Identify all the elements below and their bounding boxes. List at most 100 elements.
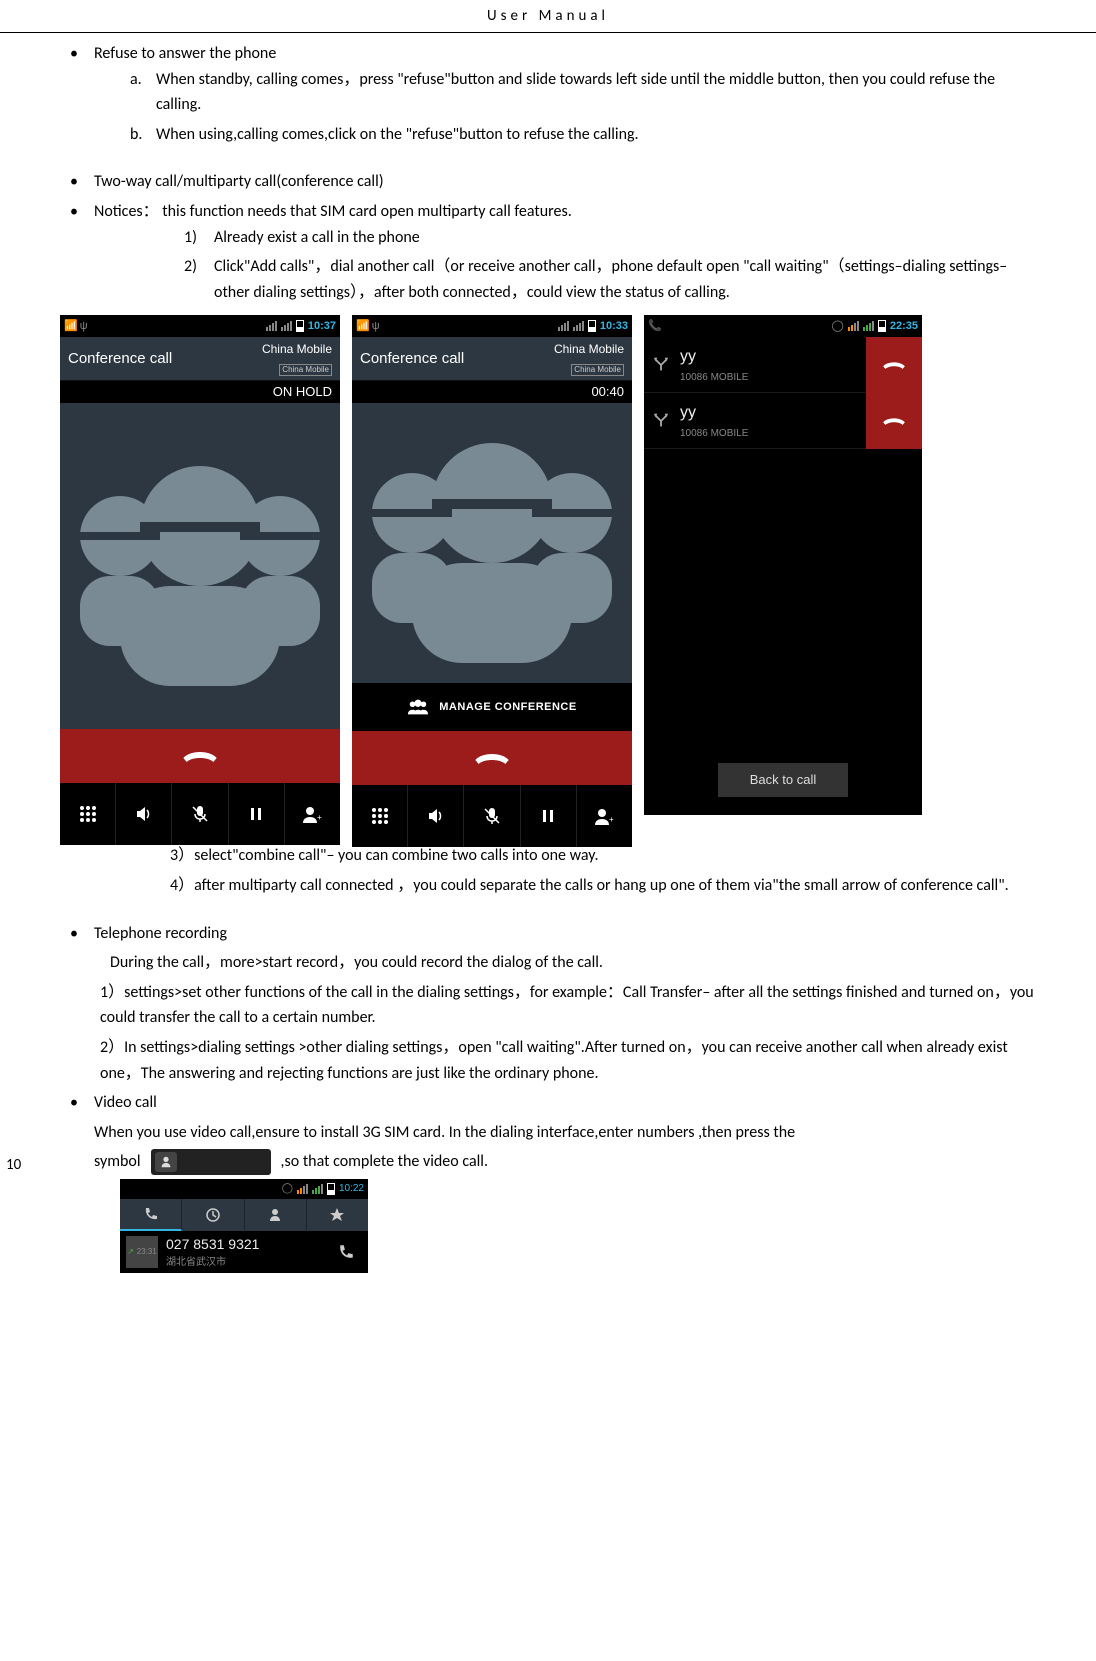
mute-button[interactable] <box>464 785 520 847</box>
call-header: Conference call China Mobile China Mobil… <box>352 337 632 381</box>
notice-1: 1)Already exist a call in the phone <box>184 225 1036 251</box>
video-call-symbol[interactable] <box>151 1149 271 1175</box>
hangup-icon <box>881 413 907 429</box>
signal-icon-1 <box>848 321 859 331</box>
person-icon <box>267 1207 283 1223</box>
pause-icon <box>246 804 266 824</box>
dialer-tab-favorites[interactable] <box>307 1199 368 1231</box>
battery-icon <box>296 320 304 332</box>
dialer-tab-recent[interactable] <box>182 1199 244 1231</box>
conference-label: Conference call <box>360 347 464 371</box>
carrier-badge: China Mobile <box>571 364 624 376</box>
svg-text:+: + <box>317 813 322 822</box>
mute-icon <box>190 804 210 824</box>
battery-icon <box>878 320 886 332</box>
split-icon[interactable] <box>652 356 670 374</box>
mute-button[interactable] <box>172 783 228 845</box>
net-icon: ◯ <box>282 1181 293 1197</box>
conference-avatar <box>60 403 340 729</box>
signal-icon-1 <box>266 321 277 331</box>
video-p1: When you use video call,ensure to instal… <box>60 1120 1036 1146</box>
status-bar: ◯ 10:22 <box>120 1179 368 1199</box>
participant-hangup-button[interactable] <box>866 337 922 393</box>
call-status-row: ON HOLD <box>60 381 340 403</box>
clock-text: 22:35 <box>890 318 918 336</box>
phone-icon <box>143 1206 159 1222</box>
avatar-time: 23:31 <box>137 1246 157 1259</box>
status-bar: 📶ψ 10:33 <box>352 315 632 337</box>
video-symbol-line: 10 symbol ,so that complete the video ca… <box>60 1149 1036 1175</box>
refuse-title: Refuse to answer the phone <box>94 44 276 63</box>
hold-button[interactable] <box>229 783 285 845</box>
people-icon <box>352 403 632 683</box>
call-participant-row: yy 10086 MOBILE <box>644 337 922 393</box>
dialer-entry-row: ↗ 23:31 027 8531 9321 湖北省武汉市 <box>120 1231 368 1273</box>
refuse-b: b.When using,calling comes,click on the … <box>130 122 1036 148</box>
signal-icon-2 <box>281 321 292 331</box>
call-participant-row: yy 10086 MOBILE <box>644 393 922 449</box>
speaker-button[interactable] <box>116 783 172 845</box>
signal-icon-1 <box>297 1184 308 1194</box>
bullet-refuse: Refuse to answer the phone a.When standb… <box>70 41 1036 147</box>
bullet-video-call: Video call <box>70 1090 1036 1116</box>
tel-rec-p3: 2）In settings>dialing settings >other di… <box>60 1035 1036 1086</box>
add-person-icon: + <box>594 806 614 826</box>
manage-conference-button[interactable]: MANAGE CONFERENCE <box>352 683 632 731</box>
contact-avatar: ↗ 23:31 <box>126 1236 158 1268</box>
split-icon[interactable] <box>652 412 670 430</box>
dialer-tab-phone[interactable] <box>120 1199 182 1231</box>
call-actions: + <box>352 785 632 847</box>
dialer-number: 027 8531 9321 <box>166 1233 330 1255</box>
hangup-button[interactable] <box>352 731 632 785</box>
page-header: User Manual <box>0 0 1096 33</box>
star-icon <box>329 1207 345 1223</box>
dialpad-icon <box>370 806 390 826</box>
page-content: Refuse to answer the phone a.When standb… <box>0 33 1096 1283</box>
bullet-notices: Notices： this function needs that SIM ca… <box>70 199 1036 305</box>
speaker-button[interactable] <box>408 785 464 847</box>
conference-avatar <box>352 403 632 683</box>
pause-icon <box>538 806 558 826</box>
dialpad-button[interactable] <box>352 785 408 847</box>
net-icon: ◯ <box>832 318 844 336</box>
hangup-icon <box>472 747 512 769</box>
carrier-label: China Mobile <box>262 342 332 356</box>
dialer-tab-contacts[interactable] <box>245 1199 307 1231</box>
hangup-button[interactable] <box>60 729 340 783</box>
video-person-icon <box>155 1152 177 1172</box>
carrier-badge: China Mobile <box>279 364 332 376</box>
call-actions: + <box>60 783 340 845</box>
phone-screen-2: 📶ψ 10:33 Conference call China Mobile Ch… <box>352 315 632 815</box>
hold-button[interactable] <box>521 785 577 847</box>
battery-icon <box>327 1183 335 1195</box>
status-bar: 📞 ◯ 22:35 <box>644 315 922 337</box>
phone-screen-4: ◯ 10:22 ↗ 23:31 027 8531 9321 湖北省武汉市 <box>120 1179 368 1273</box>
add-call-button[interactable]: + <box>577 785 632 847</box>
page-number: 10 <box>6 1153 21 1177</box>
notice-2: 2)Click"Add calls"，dial another call（or … <box>184 254 1036 305</box>
people-small-icon <box>407 699 429 715</box>
carrier-label: China Mobile <box>554 342 624 356</box>
signal-icon-2 <box>312 1184 323 1194</box>
add-person-icon: + <box>302 804 322 824</box>
phone-screen-3: 📞 ◯ 22:35 yy 10086 MOBILE <box>644 315 922 815</box>
tel-rec-p2: 1）settings>set other functions of the ca… <box>60 980 1036 1031</box>
step-4-text: 4）after multiparty call connected ，you c… <box>60 873 1036 899</box>
contact-name: yy <box>680 344 748 370</box>
mute-icon <box>482 806 502 826</box>
back-to-call-button[interactable]: Back to call <box>718 763 848 797</box>
bullet-twoway: Two-way call/multiparty call(conference … <box>70 169 1036 195</box>
speaker-icon <box>426 806 446 826</box>
speaker-icon <box>134 804 154 824</box>
manage-label: MANAGE CONFERENCE <box>439 699 576 717</box>
add-call-button[interactable]: + <box>285 783 340 845</box>
participant-hangup-button[interactable] <box>866 393 922 449</box>
header-title: User Manual <box>487 7 609 25</box>
contact-sub: 10086 MOBILE <box>680 426 748 442</box>
dial-button[interactable] <box>330 1236 362 1268</box>
conference-label: Conference call <box>68 347 172 371</box>
dialpad-button[interactable] <box>60 783 116 845</box>
tel-rec-p1: During the call，more>start record，you co… <box>60 950 1036 976</box>
clock-text: 10:37 <box>308 318 336 336</box>
contact-name: yy <box>680 400 748 426</box>
